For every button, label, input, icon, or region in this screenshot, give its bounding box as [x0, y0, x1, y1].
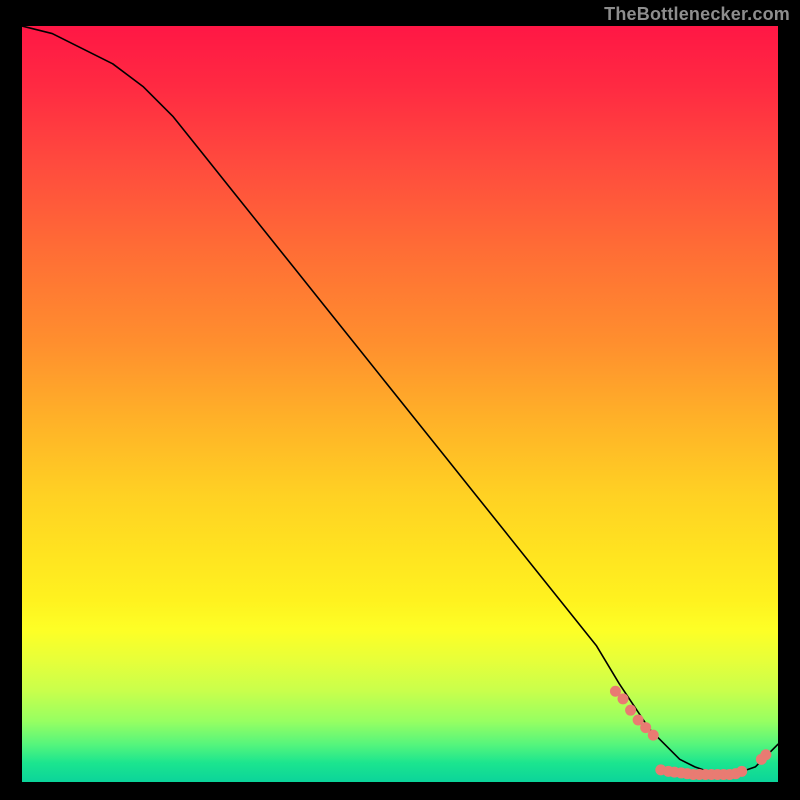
series-curve	[22, 26, 778, 774]
data-point	[760, 749, 771, 760]
data-point	[618, 693, 629, 704]
attribution-text: TheBottlenecker.com	[604, 4, 790, 25]
data-point	[648, 730, 659, 741]
points-group	[610, 686, 771, 780]
chart-svg	[22, 26, 778, 782]
data-point	[736, 766, 747, 777]
plot-area	[22, 26, 778, 782]
chart-frame: TheBottlenecker.com	[0, 0, 800, 800]
data-point	[625, 705, 636, 716]
